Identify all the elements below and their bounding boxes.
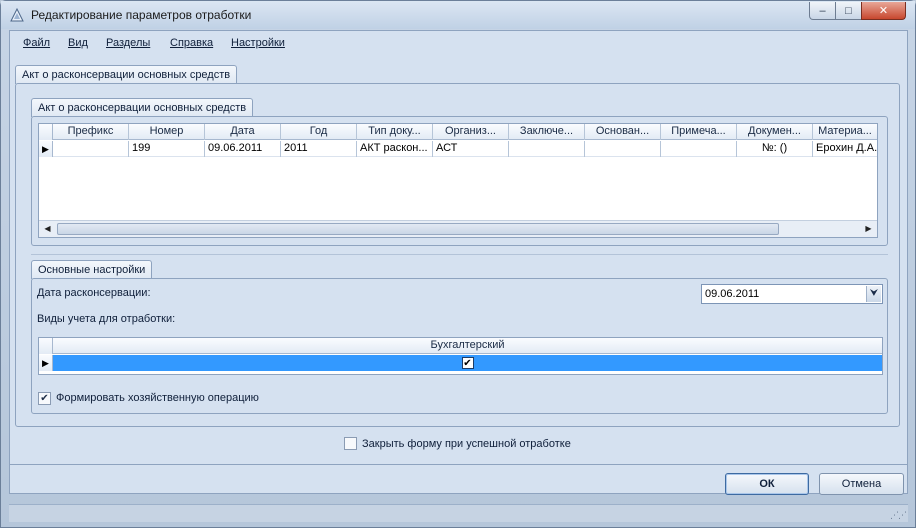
selected-cell[interactable]: ✔: [53, 355, 882, 371]
cell-organization[interactable]: АСТ: [433, 141, 509, 157]
settings-group-panel: Дата расконсервации: 09.06.2011 ⮟ Виды у…: [31, 278, 888, 414]
header-corner: [39, 124, 53, 140]
scroll-left-icon[interactable]: ◀: [39, 221, 56, 237]
kinds-label: Виды учета для отработки:: [37, 313, 176, 325]
outer-tab-panel: Акт о расконсервации основных средств Пр…: [15, 83, 900, 427]
cell-number[interactable]: 199: [129, 141, 205, 157]
date-value: 09.06.2011: [705, 288, 760, 300]
col-basis[interactable]: Основан...: [585, 124, 661, 140]
form-operation-label[interactable]: Формировать хозяйственную операцию: [56, 392, 259, 404]
kinds-row[interactable]: ▶ ✔: [39, 355, 882, 371]
table-row[interactable]: ▶ 199 09.06.2011 2011 АКТ раскон... АСТ …: [39, 141, 877, 157]
settings-group-tab: Основные настройки: [31, 260, 153, 279]
doc-group-tab: Акт о расконсервации основных средств: [31, 98, 254, 117]
col-number[interactable]: Номер: [129, 124, 205, 140]
menu-bar: Файл Вид Разделы Справка Настройки: [10, 31, 907, 57]
close-on-success-checkbox[interactable]: [344, 437, 357, 450]
doc-group-panel: Префикс Номер Дата Год Тип доку... Орган…: [31, 116, 888, 246]
menu-help[interactable]: Справка: [170, 37, 213, 49]
cell-date[interactable]: 09.06.2011: [205, 141, 281, 157]
cell-basis[interactable]: [585, 141, 661, 157]
col-organization[interactable]: Организ...: [433, 124, 509, 140]
col-note[interactable]: Примеча...: [661, 124, 737, 140]
cell-prefix[interactable]: [53, 141, 129, 157]
window-title: Редактирование параметров отработки: [31, 8, 252, 22]
dialog-window: Редактирование параметров отработки – □ …: [0, 0, 916, 528]
title-bar[interactable]: Редактирование параметров отработки – □ …: [1, 1, 915, 29]
chevron-down-icon[interactable]: ⮟: [866, 286, 881, 302]
grid-header: Префикс Номер Дата Год Тип доку... Орган…: [39, 124, 877, 140]
date-label: Дата расконсервации:: [37, 287, 151, 299]
menu-sections[interactable]: Разделы: [106, 37, 150, 49]
divider: [31, 254, 888, 255]
kinds-grid-header: Бухгалтерский: [39, 338, 882, 354]
col-material[interactable]: Материа...: [813, 124, 877, 140]
ok-button[interactable]: ОК: [725, 473, 809, 495]
cell-document[interactable]: №: (): [737, 141, 813, 157]
menu-file[interactable]: Файл: [23, 37, 50, 49]
col-prefix[interactable]: Префикс: [53, 124, 129, 140]
documents-grid[interactable]: Префикс Номер Дата Год Тип доку... Орган…: [38, 123, 878, 238]
cell-note[interactable]: [661, 141, 737, 157]
menu-settings[interactable]: Настройки: [231, 37, 285, 49]
col-accounting[interactable]: Бухгалтерский: [53, 338, 882, 354]
col-document[interactable]: Докумен...: [737, 124, 813, 140]
kinds-row-indicator-icon: ▶: [39, 355, 53, 371]
close-icon: ✕: [878, 5, 889, 17]
cancel-button[interactable]: Отмена: [819, 473, 904, 495]
col-date[interactable]: Дата: [205, 124, 281, 140]
cell-doc-type[interactable]: АКТ раскон...: [357, 141, 433, 157]
minimize-button[interactable]: –: [809, 2, 836, 20]
bottom-divider: [10, 464, 907, 465]
checkmark-icon: ✔: [40, 393, 49, 404]
close-on-success-label[interactable]: Закрыть форму при успешной отработке: [362, 438, 571, 450]
horizontal-scrollbar[interactable]: ◀ ▶: [39, 220, 877, 237]
cell-year[interactable]: 2011: [281, 141, 357, 157]
date-field[interactable]: 09.06.2011 ⮟: [701, 284, 883, 304]
menu-view[interactable]: Вид: [68, 37, 88, 49]
col-doc-type[interactable]: Тип доку...: [357, 124, 433, 140]
row-indicator-icon: ▶: [39, 141, 53, 157]
tab-act[interactable]: Акт о расконсервации основных средств: [15, 65, 238, 84]
client-area: Файл Вид Разделы Справка Настройки Акт о…: [9, 30, 908, 495]
scroll-right-icon[interactable]: ▶: [860, 221, 877, 237]
scroll-thumb[interactable]: [57, 223, 779, 235]
col-conclusion[interactable]: Заключе...: [509, 124, 585, 140]
maximize-button[interactable]: □: [835, 2, 862, 20]
status-bar: ⋰⋰: [9, 504, 908, 522]
kinds-header-corner: [39, 338, 53, 354]
cell-material[interactable]: Ерохин Д.А.: [813, 141, 877, 157]
accounting-checkbox[interactable]: ✔: [461, 357, 474, 369]
cell-conclusion[interactable]: [509, 141, 585, 157]
form-operation-checkbox[interactable]: ✔: [38, 392, 51, 405]
close-button[interactable]: ✕: [861, 2, 906, 20]
minimize-icon: –: [819, 4, 826, 17]
col-year[interactable]: Год: [281, 124, 357, 140]
accounting-kinds-grid[interactable]: Бухгалтерский ▶ ✔: [38, 337, 883, 375]
app-icon: [10, 7, 24, 22]
maximize-icon: □: [845, 4, 852, 17]
resize-grip-icon[interactable]: ⋰⋰: [890, 510, 907, 521]
